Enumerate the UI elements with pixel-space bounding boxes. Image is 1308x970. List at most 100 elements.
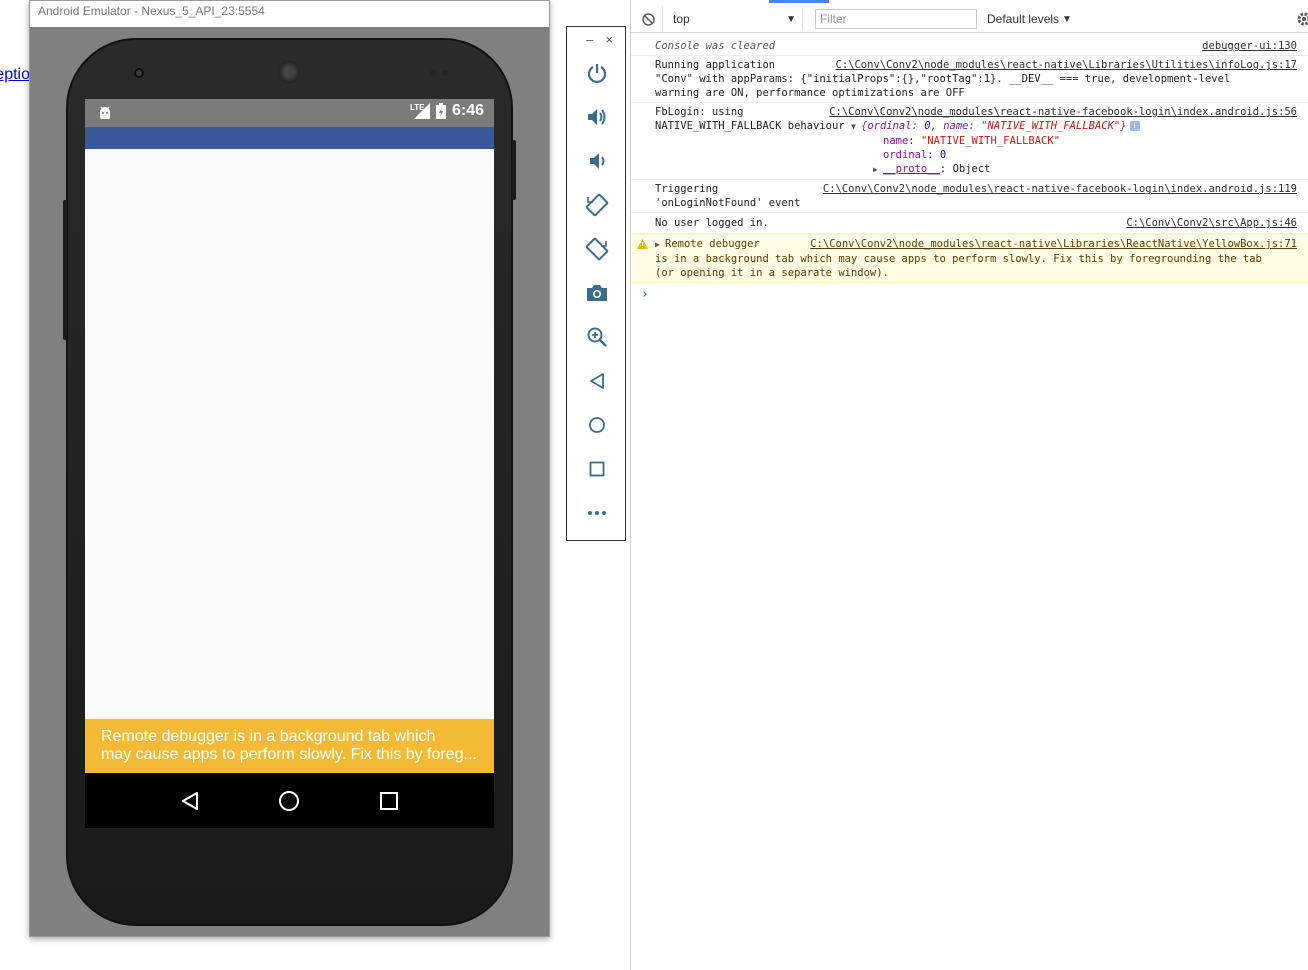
zoom-button[interactable]: [567, 315, 627, 359]
source-link[interactable]: C:\Conv\Conv2\src\App.js:46: [1126, 216, 1297, 230]
object-prototype[interactable]: ▶ __proto__: Object: [655, 162, 1297, 177]
yellowbox-warning[interactable]: Remote debugger is in a background tab w…: [85, 719, 494, 773]
network-type-label: LTE: [409, 103, 425, 112]
camera-icon: [587, 285, 607, 301]
console-toolbar: top ▼ Default levels ▼: [631, 6, 1308, 33]
message-text: Console was cleared: [655, 40, 776, 52]
home-icon: [279, 791, 300, 811]
earpiece-speaker: [278, 61, 300, 83]
nav-home-button[interactable]: [274, 786, 304, 816]
proximity-sensor: [430, 70, 454, 76]
rotate-left-button[interactable]: [567, 183, 627, 227]
power-button[interactable]: [567, 51, 627, 95]
console-settings-button[interactable]: [1295, 10, 1308, 28]
gear-icon: [1297, 12, 1308, 26]
clear-console-button[interactable]: [635, 6, 663, 32]
console-message: No user logged in. C:\Conv\Conv2\src\App…: [631, 213, 1308, 234]
toolbar-minimize-button[interactable]: –: [586, 32, 593, 47]
expand-triangle-icon[interactable]: ▶: [655, 238, 665, 252]
phone-side-button: [63, 200, 67, 340]
console-warning: ▶ Remote debugger is in a background tab …: [631, 234, 1308, 283]
object-property: name: "NATIVE_WITH_FALLBACK": [883, 135, 1061, 147]
volume-down-icon: [590, 153, 605, 169]
emulator-title: Android Emulator - Nexus_5_API_23:5554: [30, 1, 549, 27]
yellowbox-line-2: may cause apps to perform slowly. Fix th…: [101, 746, 477, 763]
android-nav-bar: [85, 773, 494, 828]
log-levels-label: Default levels: [987, 12, 1060, 26]
more-icon: [588, 511, 606, 515]
message-text: NATIVE_WITH_FALLBACK behaviour: [655, 120, 845, 132]
signal-icon: LTE: [410, 103, 430, 119]
app-content[interactable]: [85, 149, 494, 719]
message-text: Running application: [655, 59, 776, 71]
message-text: No user logged in.: [655, 217, 769, 229]
object-property: ordinal: 0: [883, 149, 947, 161]
message-text: 'onLoginNotFound' event: [655, 197, 801, 209]
status-clock: 6:46: [451, 102, 484, 119]
dropdown-arrow-icon: ▼: [786, 13, 796, 25]
toolbar-more-button[interactable]: [567, 491, 627, 535]
rotate-left-icon: [585, 193, 609, 217]
source-link[interactable]: C:\Conv\Conv2\node_modules\react-native\…: [836, 58, 1297, 72]
object-summary[interactable]: {ordinal: 0, name: "NATIVE_WITH_FALLBACK…: [861, 120, 1127, 132]
overview-icon: [589, 461, 605, 477]
volume-down-button[interactable]: [567, 139, 627, 183]
console-prompt[interactable]: ›: [631, 283, 1308, 302]
back-icon: [181, 792, 198, 810]
source-link[interactable]: C:\Conv\Conv2\node_modules\react-native-…: [823, 182, 1297, 196]
home-icon: [589, 417, 605, 433]
console-message: Triggering 'onLoginNotFound' event C:\Co…: [631, 180, 1308, 213]
toolbar-home-button[interactable]: [567, 403, 627, 447]
source-link[interactable]: C:\Conv\Conv2\node_modules\react-native\…: [810, 237, 1297, 251]
console-message: Console was cleared debugger-ui:130: [631, 36, 1308, 56]
front-camera: [134, 68, 144, 78]
toolbar-close-button[interactable]: ×: [605, 32, 613, 47]
console-filter-input[interactable]: [815, 9, 977, 29]
back-icon: [590, 373, 604, 389]
log-levels-dropdown[interactable]: Default levels ▼: [987, 12, 1072, 26]
context-selector[interactable]: top ▼: [663, 8, 803, 30]
message-text: Remote debugger: [665, 238, 760, 250]
console-message: Running application "Conv" with appParam…: [631, 56, 1308, 103]
message-text: (or opening it in a separate window).: [655, 267, 889, 279]
toolbar-back-button[interactable]: [567, 359, 627, 403]
phone-power-button: [512, 140, 516, 200]
active-tab-indicator: [769, 0, 829, 3]
power-icon: [587, 64, 607, 84]
dropdown-arrow-icon: ▼: [1062, 13, 1072, 25]
console-message: FbLogin: using NATIVE_WITH_FALLBACK beha…: [631, 103, 1308, 180]
volume-up-button[interactable]: [567, 95, 627, 139]
status-bar: LTE 6:46: [85, 99, 494, 127]
screenshot-button[interactable]: [567, 271, 627, 315]
message-text: warning are ON, performance optimization…: [655, 87, 965, 99]
context-label: top: [673, 12, 690, 26]
warning-icon: [637, 239, 648, 249]
recents-icon: [380, 792, 399, 810]
emulator-toolbar: – ×: [566, 26, 626, 541]
nav-recents-button[interactable]: [374, 786, 404, 816]
volume-up-icon: [588, 109, 606, 125]
expand-triangle-icon[interactable]: ▼: [851, 120, 861, 134]
source-link[interactable]: C:\Conv\Conv2\node_modules\react-native-…: [829, 105, 1297, 119]
app-toolbar: [85, 127, 494, 149]
zoom-icon: [587, 327, 607, 347]
phone-frame: LTE 6:46 Remote debugger is in a backgro…: [63, 38, 516, 926]
rotate-right-icon: [585, 237, 609, 261]
info-icon: i: [1129, 121, 1140, 131]
toolbar-overview-button[interactable]: [567, 447, 627, 491]
clear-icon: [642, 12, 655, 26]
desktop: eptio Android Emulator - Nexus_5_API_23:…: [0, 0, 1308, 970]
console-messages: Console was cleared debugger-ui:130 Runn…: [631, 36, 1308, 302]
nav-back-button[interactable]: [175, 786, 205, 816]
message-text: "Conv" with appParams: {"initialProps":{…: [655, 73, 1231, 85]
page-link-fragment[interactable]: eptio: [0, 66, 30, 84]
expand-triangle-icon[interactable]: ▶: [873, 163, 883, 177]
source-link[interactable]: debugger-ui:130: [1202, 39, 1297, 53]
device-screen[interactable]: LTE 6:46 Remote debugger is in a backgro…: [85, 99, 494, 828]
yellowbox-line-1: Remote debugger is in a background tab w…: [101, 728, 436, 745]
android-debug-icon: [100, 106, 110, 119]
emulator-window: Android Emulator - Nexus_5_API_23:5554 L…: [29, 0, 550, 937]
message-text: is in a background tab which may cause a…: [655, 253, 1262, 265]
devtools-panel: top ▼ Default levels ▼ Console was clear…: [630, 0, 1308, 970]
rotate-right-button[interactable]: [567, 227, 627, 271]
